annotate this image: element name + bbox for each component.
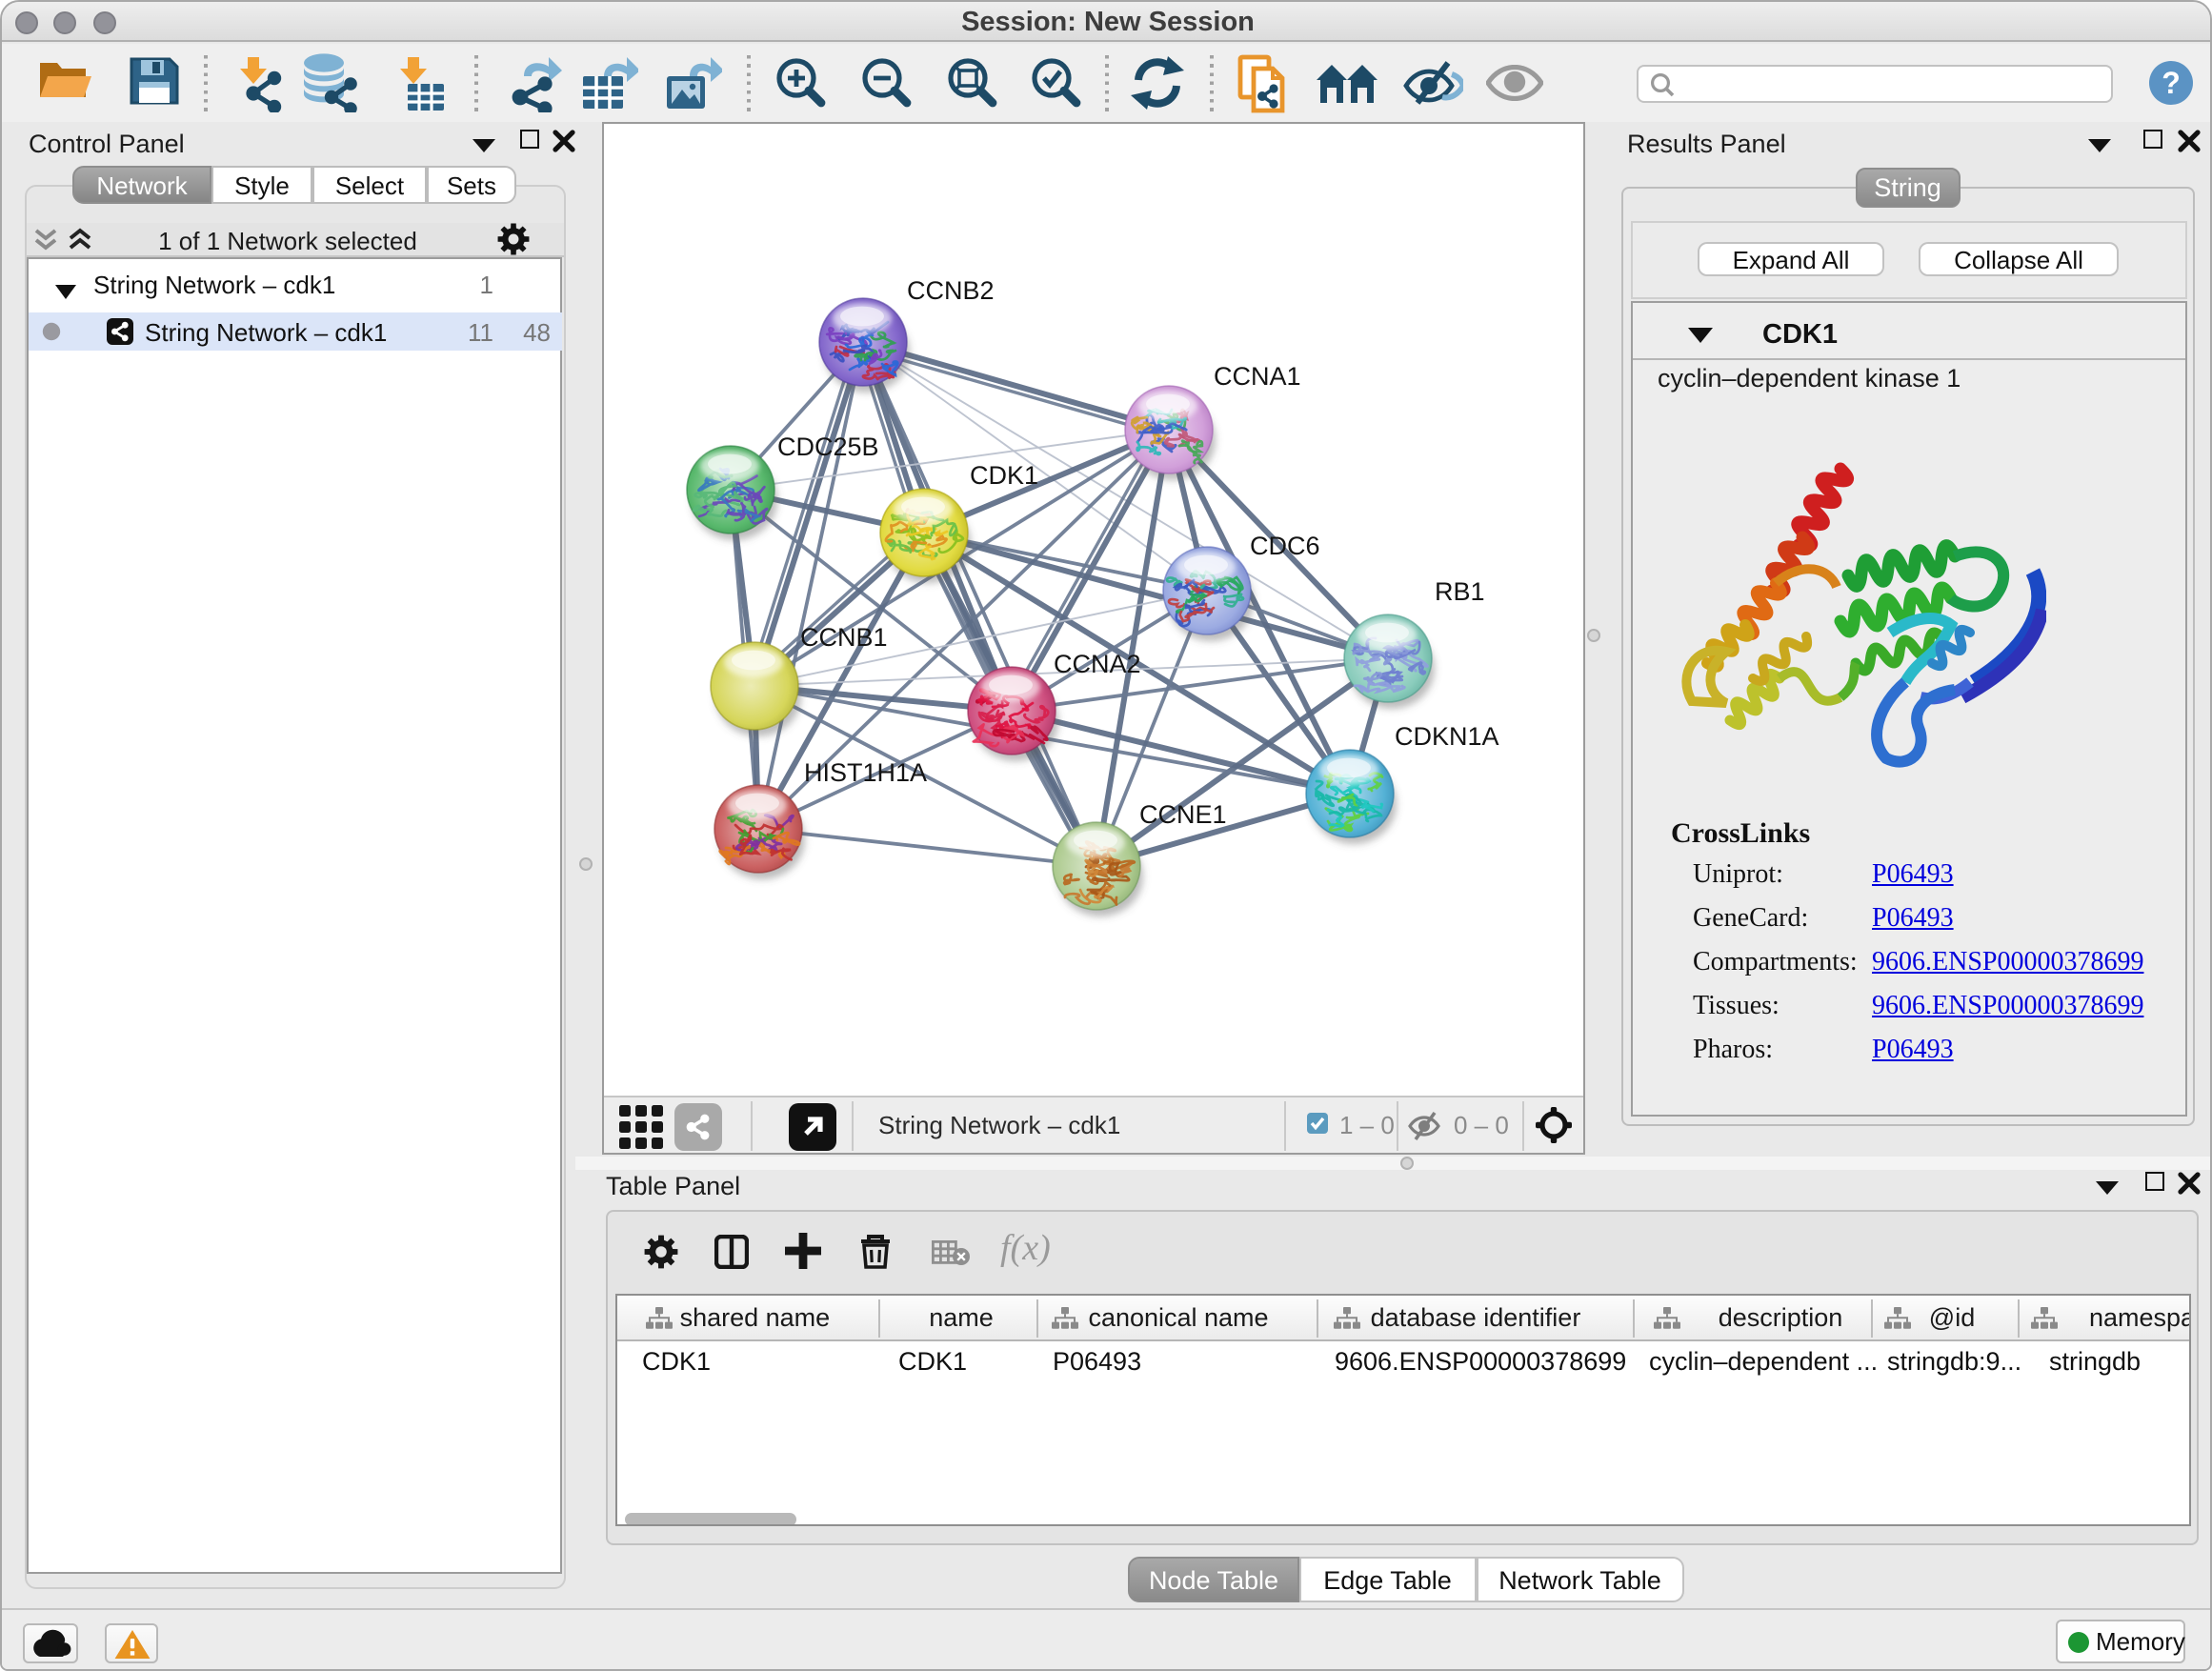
svg-text:CDC25B: CDC25B (777, 433, 879, 461)
svg-text:CDKN1A: CDKN1A (1395, 722, 1499, 751)
svg-text:CCNE1: CCNE1 (1139, 800, 1227, 829)
svg-text:CCNB2: CCNB2 (907, 276, 995, 305)
svg-text:RB1: RB1 (1435, 577, 1485, 606)
svg-text:?: ? (2162, 66, 2181, 100)
svg-text:CCNB1: CCNB1 (800, 623, 888, 652)
svg-text:HIST1H1A: HIST1H1A (804, 758, 927, 787)
svg-text:CDK1: CDK1 (970, 461, 1038, 490)
svg-text:CDC6: CDC6 (1250, 532, 1320, 560)
svg-text:CCNA1: CCNA1 (1214, 362, 1301, 391)
svg-text:CCNA2: CCNA2 (1054, 650, 1141, 678)
